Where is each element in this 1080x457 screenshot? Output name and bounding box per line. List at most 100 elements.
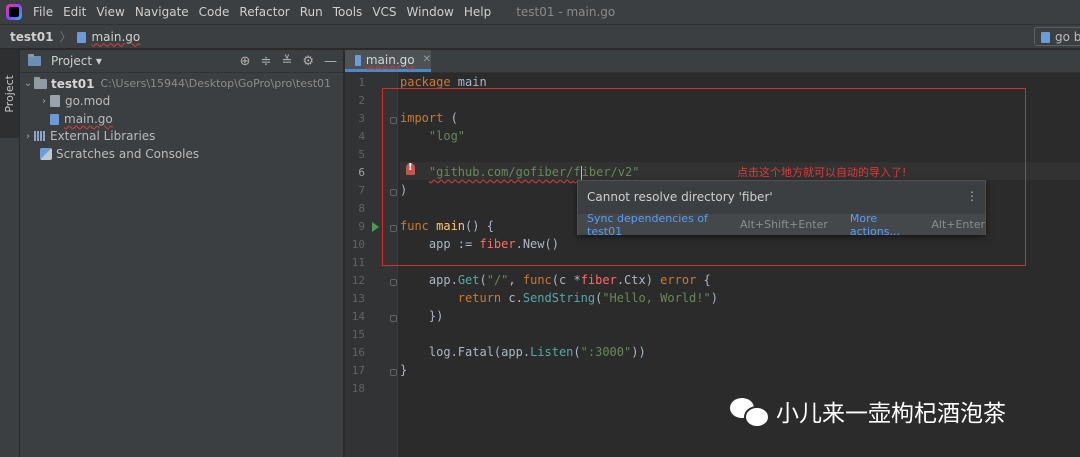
- go-file-icon: [77, 32, 87, 43]
- project-view-selector[interactable]: Project ▾: [51, 54, 102, 68]
- library-icon: [34, 131, 46, 142]
- menu-run[interactable]: Run: [295, 5, 328, 19]
- code-token: app.: [428, 273, 458, 287]
- watermark-text: 小儿来一壶枸杞酒泡茶: [776, 401, 1006, 427]
- line-number: 14: [351, 310, 365, 323]
- error-popup: Cannot resolve directory 'fiber' ⋮ Sync …: [577, 180, 986, 238]
- more-actions-link[interactable]: More actions...: [850, 212, 924, 238]
- menu-file[interactable]: File: [28, 5, 58, 19]
- tab-main-go[interactable]: main.go ✕: [345, 50, 431, 72]
- code-token: Listen: [530, 345, 574, 359]
- code-line: log.Fatal(app.Listen(":3000")): [400, 343, 646, 361]
- code-token: Get: [457, 273, 480, 287]
- code-token: }: [400, 363, 408, 377]
- tree-root-path: C:\Users\15944\Desktop\GoPro\pro\test01: [100, 77, 332, 91]
- project-tool-tab[interactable]: Project: [0, 50, 19, 138]
- code-token: }): [428, 309, 444, 323]
- action-shortcut: Alt+Shift+Enter: [740, 218, 828, 231]
- popup-actions: Sync dependencies of test01 Alt+Shift+En…: [578, 212, 985, 238]
- line-number: 3: [358, 112, 365, 125]
- code-token: c.: [501, 291, 523, 305]
- menu-help[interactable]: Help: [459, 5, 496, 19]
- menu-window[interactable]: Window: [402, 5, 459, 19]
- menu-edit[interactable]: Edit: [58, 5, 91, 19]
- line-number: 16: [351, 346, 365, 359]
- chevron-right-icon[interactable]: ›: [38, 96, 50, 107]
- code-token: SendString: [522, 291, 596, 305]
- navigation-bar: test01 〉 main.go go b: [0, 24, 1080, 49]
- menu-tools[interactable]: Tools: [328, 5, 368, 19]
- sync-dependencies-action[interactable]: Sync dependencies of test01: [587, 212, 732, 238]
- line-number: 4: [358, 130, 365, 143]
- line-number: 5: [358, 148, 365, 161]
- hide-panel-icon[interactable]: —: [324, 55, 337, 68]
- code-token: "/": [486, 273, 509, 287]
- project-panel-header: Project ▾ ⊕ ≑ ≚ ⚙ —: [20, 50, 343, 73]
- code-token: ): [710, 291, 718, 305]
- code-token: )): [631, 345, 646, 359]
- goland-logo-icon: [6, 4, 22, 20]
- tree-item-external-libraries[interactable]: › External Libraries: [20, 128, 343, 146]
- tree-item-label: Scratches and Consoles: [56, 146, 200, 161]
- line-number: 2: [358, 94, 365, 107]
- code-token: (c *: [551, 273, 581, 287]
- window-title: test01 - main.go: [516, 5, 616, 19]
- go-mod-file-icon: [50, 95, 60, 108]
- tree-item-label: External Libraries: [50, 129, 156, 144]
- line-number: 17: [351, 364, 365, 377]
- fold-marker-icon[interactable]: [390, 369, 397, 376]
- locate-file-icon[interactable]: ⊕: [240, 55, 251, 68]
- tree-item-go-mod[interactable]: › go.mod: [20, 93, 343, 111]
- expand-all-icon[interactable]: ≑: [261, 55, 272, 68]
- project-view-icon: [28, 54, 41, 66]
- action-shortcut: Alt+Enter: [931, 218, 985, 231]
- line-number: 13: [351, 292, 365, 305]
- code-line: }: [400, 361, 407, 379]
- line-number: 7: [358, 184, 365, 197]
- tree-root-folder[interactable]: ⌄ test01 C:\Users\15944\Desktop\GoPro\pr…: [20, 75, 343, 93]
- close-icon[interactable]: ✕: [423, 54, 431, 65]
- code-token: package: [400, 75, 451, 89]
- tree-item-label: go.mod: [65, 94, 111, 109]
- line-number: 12: [351, 274, 365, 287]
- run-configuration-selector[interactable]: go b: [1034, 27, 1080, 46]
- code-token: ":3000": [580, 345, 632, 359]
- left-tool-strip: Project: [0, 50, 20, 457]
- line-number: 11: [351, 256, 365, 269]
- code-token: .Ctx): [616, 273, 661, 287]
- code-token: log.Fatal(app.: [428, 345, 531, 359]
- menu-code[interactable]: Code: [194, 5, 235, 19]
- code-token: {: [696, 273, 711, 287]
- code-token: fiber: [580, 273, 617, 287]
- settings-gear-icon[interactable]: ⚙: [302, 55, 314, 68]
- breadcrumb-project[interactable]: test01: [10, 30, 53, 44]
- project-panel-tools: ⊕ ≑ ≚ ⚙ —: [240, 55, 337, 68]
- chevron-right-icon[interactable]: ›: [22, 131, 34, 142]
- menu-refactor[interactable]: Refactor: [234, 5, 294, 19]
- collapse-all-icon[interactable]: ≚: [281, 55, 292, 68]
- menu-navigate[interactable]: Navigate: [130, 5, 194, 19]
- line-number: 9: [358, 220, 365, 233]
- wechat-icon: [730, 396, 770, 428]
- project-panel: Project ▾ ⊕ ≑ ≚ ⚙ — ⌄ test01 C:\Users\15…: [20, 50, 344, 457]
- tab-label: main.go: [365, 52, 415, 67]
- tree-item-scratches[interactable]: Scratches and Consoles: [20, 145, 343, 163]
- project-tool-label: Project: [3, 75, 16, 113]
- code-line: app.Get("/", func(c *fiber.Ctx) error {: [400, 271, 711, 289]
- run-gutter-icon[interactable]: [372, 222, 379, 232]
- menu-vcs[interactable]: VCS: [367, 5, 401, 19]
- go-config-icon: [1041, 32, 1050, 43]
- tree-item-main-go[interactable]: main.go: [20, 110, 343, 128]
- editor-tab-bar: main.go ✕: [345, 50, 1080, 73]
- chevron-down-icon[interactable]: ⌄: [22, 78, 34, 89]
- menu-view[interactable]: View: [91, 5, 129, 19]
- line-number: 10: [351, 238, 365, 251]
- fold-marker-icon[interactable]: [390, 315, 397, 322]
- breadcrumb-separator-icon: 〉: [59, 30, 72, 44]
- tree-root-name: test01: [51, 76, 95, 91]
- watermark: 小儿来一壶枸杞酒泡茶: [730, 394, 1006, 428]
- code-token: main: [450, 75, 487, 89]
- fold-marker-icon[interactable]: [390, 279, 397, 286]
- breadcrumb-file[interactable]: main.go: [91, 30, 140, 44]
- more-options-icon[interactable]: ⋮: [966, 189, 978, 203]
